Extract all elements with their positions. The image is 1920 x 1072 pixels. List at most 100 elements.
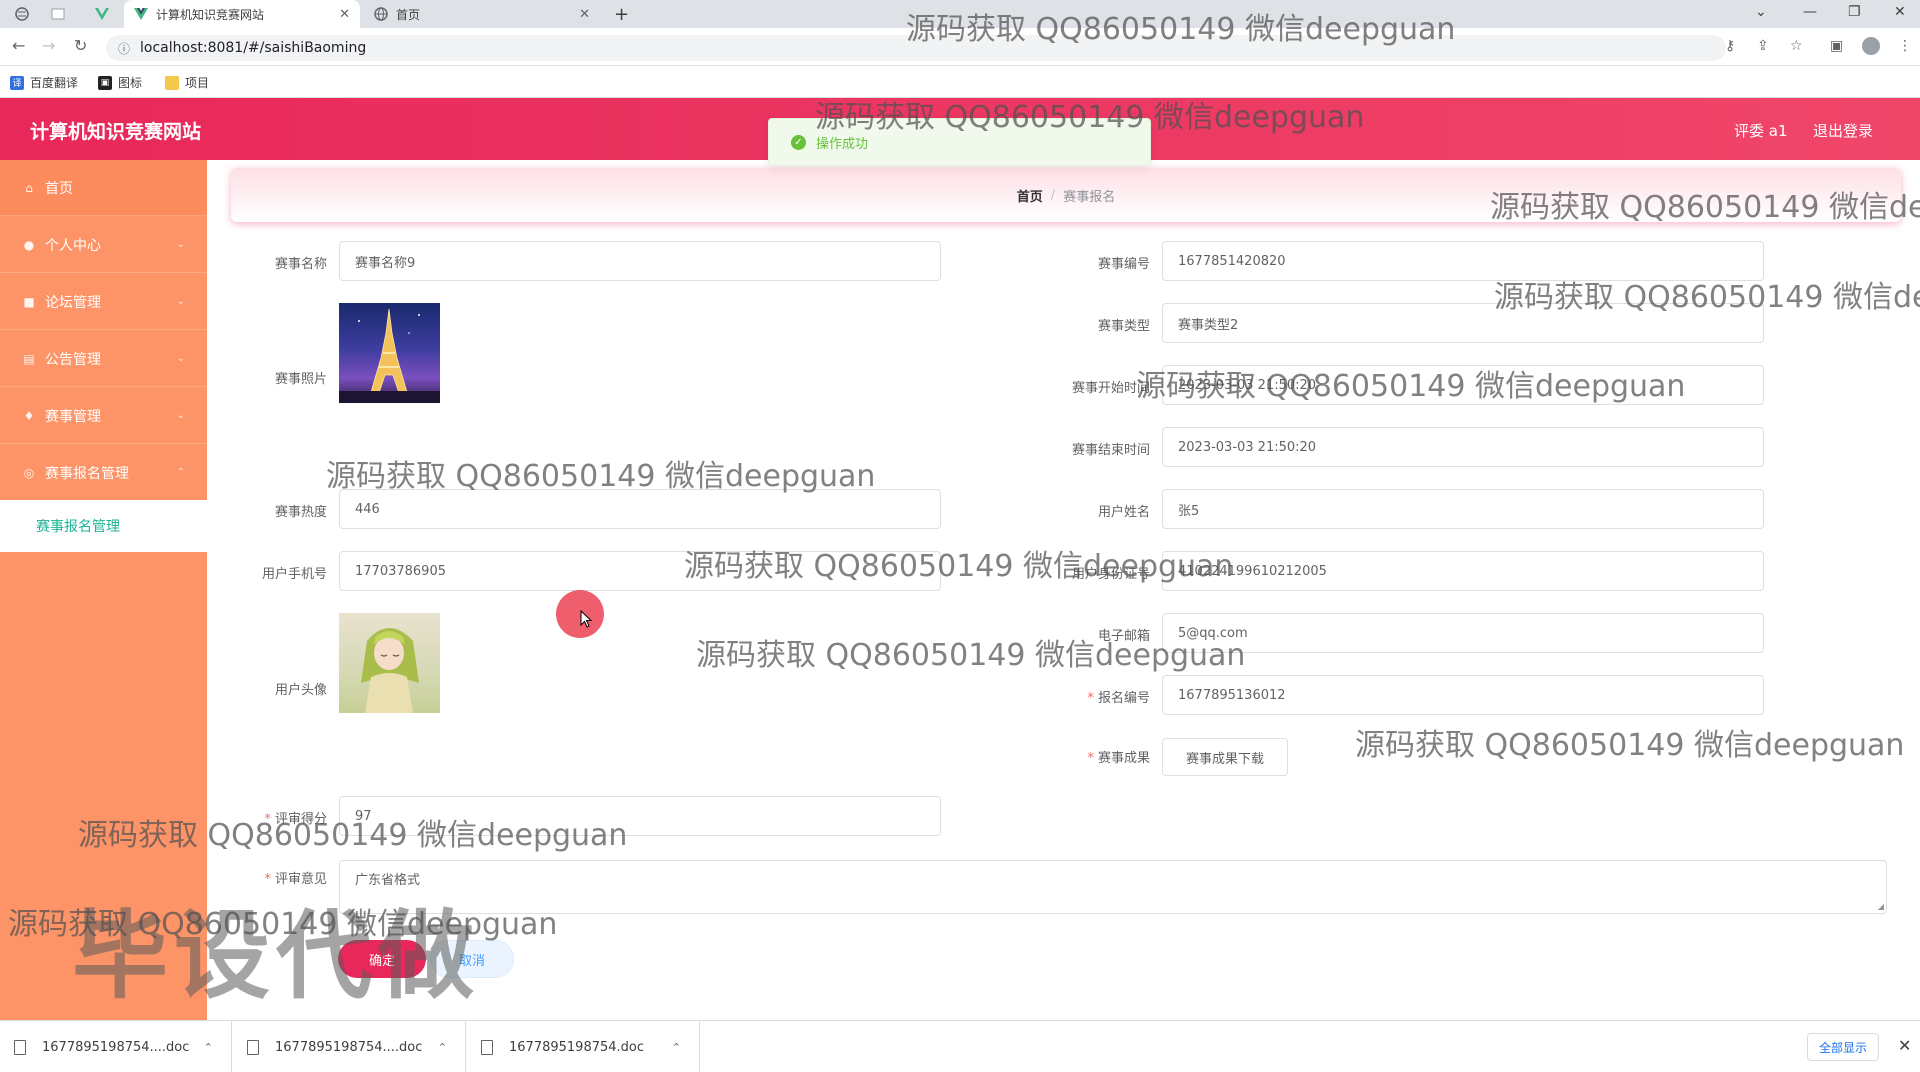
start-time-value: 2023-03-03 21:50:20 <box>1178 377 1317 393</box>
download-filename: 1677895198754.doc <box>509 1039 645 1055</box>
restore-icon[interactable]: ❐ <box>1848 4 1861 20</box>
bookmark-item[interactable]: ▣ 图标 <box>98 74 142 91</box>
bookmark-item[interactable]: 项目 <box>165 74 209 91</box>
chevron-down-icon: ⌄ <box>176 353 185 364</box>
breadcrumb: 首页 / 赛事报名 <box>231 168 1901 222</box>
breadcrumb-home[interactable]: 首页 <box>1017 186 1043 205</box>
anime-avatar-image <box>361 628 419 713</box>
event-code-field[interactable]: 1677851420820 <box>1162 241 1764 281</box>
sidebar-item-notice[interactable]: ▤ 公告管理 ⌄ <box>0 331 207 387</box>
start-time-field[interactable]: 2023-03-03 21:50:20 <box>1162 365 1764 405</box>
chevron-down-icon: ⌄ <box>176 296 185 307</box>
chevron-up-icon[interactable]: ⌃ <box>672 1041 681 1054</box>
user-name-field[interactable]: 张5 <box>1162 489 1764 529</box>
score-label: * 评审得分 <box>264 812 327 827</box>
resize-grip-icon[interactable]: ◢ <box>1878 902 1884 911</box>
user-id-card-value: 410224199610212005 <box>1178 563 1327 579</box>
download-filename: 1677895198754....doc <box>275 1039 423 1055</box>
chevron-up-icon[interactable]: ⌃ <box>204 1041 213 1054</box>
user-phone-field[interactable]: 17703786905 <box>339 551 941 591</box>
tab-active[interactable]: 计算机知识竞赛网站 ✕ <box>124 0 360 28</box>
user-icon: ● <box>23 237 35 252</box>
confirm-button[interactable]: 确定 <box>338 940 426 978</box>
translate-icon: 译 <box>10 75 24 90</box>
sidebar-item-personal[interactable]: ● 个人中心 ⌄ <box>0 217 207 273</box>
event-name-field[interactable]: 赛事名称9 <box>339 241 941 281</box>
event-name-value: 赛事名称9 <box>355 255 416 271</box>
bookmark-star-icon[interactable]: ☆ <box>1790 38 1803 54</box>
download-item[interactable]: 1677895198754....doc ⌃ <box>233 1021 466 1072</box>
show-all-downloads-button[interactable]: 全部显示 <box>1807 1033 1879 1061</box>
user-avatar-image[interactable] <box>339 613 440 713</box>
url-text: localhost:8081/#/saishiBaoming <box>140 40 367 56</box>
site-info-icon[interactable]: ⓘ <box>118 40 130 57</box>
reload-icon[interactable]: ↻ <box>74 36 87 55</box>
url-field[interactable]: ⓘ localhost:8081/#/saishiBaoming <box>106 35 1726 61</box>
site-title: 计算机知识竞赛网站 <box>30 121 202 143</box>
event-type-value: 赛事类型2 <box>1178 317 1239 333</box>
user-email-field[interactable]: 5@qq.com <box>1162 613 1764 653</box>
close-tab-icon[interactable]: ✕ <box>339 7 350 22</box>
user-name-value: 张5 <box>1178 503 1200 519</box>
sidebar-item-forum[interactable]: ■ 论坛管理 ⌄ <box>0 274 207 330</box>
event-icon: ♦ <box>23 408 35 423</box>
sidebar-item-event[interactable]: ♦ 赛事管理 ⌄ <box>0 388 207 444</box>
close-tab-icon[interactable]: ✕ <box>579 7 590 22</box>
back-icon[interactable]: ← <box>12 36 25 55</box>
user-email-label: 电子邮箱 <box>1097 629 1150 644</box>
chevron-down-icon: ⌄ <box>176 239 185 250</box>
sidebar-item-label: 首页 <box>45 180 73 197</box>
minimize-icon[interactable]: — <box>1803 4 1817 20</box>
submenu-signup-management[interactable]: 赛事报名管理 <box>0 500 207 552</box>
bookmark-item[interactable]: 译 百度翻译 <box>10 74 78 91</box>
user-email-value: 5@qq.com <box>1178 625 1248 641</box>
profile-avatar-icon[interactable] <box>1862 37 1880 55</box>
toast-message: 操作成功 <box>816 136 869 152</box>
close-download-bar-icon[interactable]: ✕ <box>1898 1036 1911 1055</box>
window-close-icon[interactable]: ✕ <box>1894 4 1906 20</box>
breadcrumb-current: 赛事报名 <box>1063 189 1116 205</box>
signup-code-field[interactable]: 1677895136012 <box>1162 675 1764 715</box>
logout-link[interactable]: 退出登录 <box>1813 120 1873 141</box>
chevron-up-icon[interactable]: ⌃ <box>438 1041 447 1054</box>
tab-search-icon[interactable]: ⌄ <box>1755 4 1767 20</box>
home-icon: ⌂ <box>25 180 33 195</box>
key-icon[interactable]: ⚷ <box>1725 38 1735 54</box>
check-circle-icon: ✓ <box>791 134 806 150</box>
sidebar-item-label: 赛事管理 <box>45 408 101 425</box>
vue-tab-icon[interactable] <box>94 6 110 22</box>
opinion-value: 广东省格式 <box>355 873 421 888</box>
user-name-label: 用户姓名 <box>1097 505 1150 520</box>
sidepanel-icon[interactable]: ▣ <box>1830 38 1843 54</box>
user-id-card-field[interactable]: 410224199610212005 <box>1162 551 1764 591</box>
forward-icon[interactable]: → <box>42 36 55 55</box>
signup-code-value: 1677895136012 <box>1178 687 1286 703</box>
sidebar-item-label: 赛事报名管理 <box>45 465 129 482</box>
tab-inactive[interactable]: 首页 ✕ <box>364 0 600 28</box>
event-type-field[interactable]: 赛事类型2 <box>1162 303 1764 343</box>
pinned-tab-icon[interactable] <box>50 6 66 22</box>
sidebar-item-home[interactable]: ⌂ 首页 <box>0 160 207 216</box>
event-photo[interactable] <box>339 303 440 403</box>
score-field[interactable]: 97 <box>339 796 941 836</box>
folder-icon <box>165 75 179 90</box>
event-heat-field[interactable]: 446 <box>339 489 941 529</box>
pinned-tab-icon[interactable] <box>14 6 30 22</box>
browser-tab-bar: 计算机知识竞赛网站 ✕ 首页 ✕ + ⌄ — ❐ ✕ <box>0 0 1920 28</box>
opinion-textarea[interactable]: 广东省格式 ◢ <box>339 860 1887 914</box>
signup-code-label: * 报名编号 <box>1087 691 1150 706</box>
cancel-button[interactable]: 取消 <box>430 940 514 978</box>
new-tab-button[interactable]: + <box>614 0 638 28</box>
end-time-value: 2023-03-03 21:50:20 <box>1178 439 1317 455</box>
tab-title: 首页 <box>396 7 421 22</box>
download-item[interactable]: 1677895198754....doc ⌃ <box>0 1021 232 1072</box>
menu-kebab-icon[interactable]: ⋮ <box>1898 38 1912 54</box>
end-time-field[interactable]: 2023-03-03 21:50:20 <box>1162 427 1764 467</box>
tab-title: 计算机知识竞赛网站 <box>156 7 265 22</box>
sidebar-item-signup[interactable]: ◎ 赛事报名管理 ⌃ <box>0 445 207 501</box>
share-icon[interactable]: ⇪ <box>1757 38 1769 54</box>
user-phone-label: 用户手机号 <box>261 567 327 582</box>
start-time-label: 赛事开始时间 <box>1071 381 1150 396</box>
result-download-button[interactable]: 赛事成果下载 <box>1162 738 1288 776</box>
download-item[interactable]: 1677895198754.doc ⌃ <box>467 1021 700 1072</box>
